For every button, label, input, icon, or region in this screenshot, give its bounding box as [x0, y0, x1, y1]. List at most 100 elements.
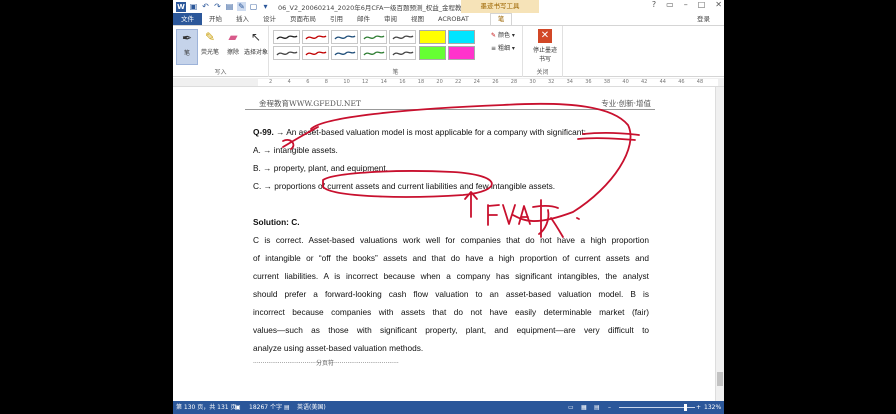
zoom-slider-thumb[interactable] [684, 404, 687, 411]
question-number: Q-99. [253, 127, 274, 137]
vertical-scrollbar[interactable] [715, 87, 724, 401]
thickness-icon: ≡ [491, 45, 497, 52]
ink-pen-icon[interactable]: ✎ [237, 2, 246, 11]
word-window: W ▣ ↶ ↷ ▤ ✎ ▢ ▾ 06_V2_20060214_2020年6月CF… [173, 0, 724, 414]
body-line-4: should prefer a forward-looking cash flo… [253, 289, 649, 299]
ink-character-note [532, 199, 564, 238]
ruler-tick-label: 44 [659, 79, 666, 85]
new-doc-icon[interactable]: ▢ [249, 2, 258, 11]
tab-insert[interactable]: 插入 [229, 13, 256, 25]
tab-mailings[interactable]: 邮件 [350, 13, 377, 25]
stop-inking-button[interactable]: ✕ 停止墨迹书写 [531, 29, 559, 63]
body-line-6: values—such as those with significant pr… [253, 325, 649, 335]
tab-review[interactable]: 审阅 [377, 13, 404, 25]
tab-home[interactable]: 开始 [202, 13, 229, 25]
web-layout-icon[interactable]: ▤ [594, 401, 600, 414]
ruler-tick-label: 40 [622, 79, 629, 85]
ruler-tick-label: 6 [306, 79, 310, 85]
document-area[interactable]: 金程教育WWW.GFEDU.NET 专业·创新·增值 Q-99. → An as… [173, 87, 715, 401]
ruler-tick-label: 14 [380, 79, 387, 85]
pen-style-swatch[interactable] [360, 46, 387, 60]
cursor-icon: ↖ [250, 30, 262, 44]
word-logo-icon: W [176, 1, 186, 12]
ruler-tick-label: 16 [399, 79, 406, 85]
highlighter-icon: ✎ [204, 30, 216, 44]
save-icon[interactable]: ▣ [189, 2, 198, 11]
pen-style-swatch[interactable] [302, 46, 329, 60]
pen-style-swatch[interactable] [273, 30, 300, 44]
ruler-tick-label: 22 [455, 79, 462, 85]
horizontal-ruler[interactable]: 2 4 6 8 10 12 14 16 18 20 22 24 26 28 30 32 34 36 38 40 42 44… [173, 78, 724, 87]
highlighter-swatch[interactable] [419, 30, 446, 44]
sign-in-link[interactable]: 登录 [697, 13, 710, 25]
pen-icon: ✒ [181, 31, 193, 45]
read-mode-icon[interactable]: ▭ [568, 401, 574, 414]
pen-style-swatch[interactable] [389, 30, 416, 44]
ruler-tick-label: 38 [603, 79, 611, 85]
tab-acrobat[interactable]: ACROBAT [431, 13, 476, 25]
pen-style-swatch[interactable] [302, 30, 329, 44]
proofing-icon[interactable]: ▣ [235, 401, 241, 414]
ruler-tick-label: 10 [343, 79, 350, 85]
zoom-out-icon[interactable]: – [608, 401, 611, 414]
group-pens: ✎ 颜色 ▾ ≡ 粗细 ▾ 笔 [269, 26, 523, 77]
pen-color-button[interactable]: ✎ 颜色 ▾ [491, 30, 515, 39]
tab-view[interactable]: 视图 [404, 13, 431, 25]
body-line-3: current liabilities. A is incorrect beca… [253, 271, 649, 281]
ruler-tick-label: 28 [510, 79, 518, 85]
ribbon-tabs: 文件 开始 插入 设计 页面布局 引用 邮件 审阅 视图 ACROBAT 笔 [173, 13, 724, 25]
header-left: 金程教育WWW.GFEDU.NET [259, 99, 361, 108]
word-count[interactable]: 18267 个字 [249, 401, 282, 414]
language[interactable]: 英语(美国) [297, 401, 326, 414]
tab-references[interactable]: 引用 [323, 13, 350, 25]
pen-tool-button[interactable]: ✒ 笔 [176, 29, 198, 65]
color-icon: ✎ [491, 32, 497, 39]
redo-icon[interactable]: ↷ [213, 2, 222, 11]
zoom-level[interactable]: 132% [704, 401, 721, 414]
ruler-tick-label: 20 [436, 79, 443, 85]
option-c: C. → proportions of current assets and c… [253, 181, 556, 191]
solution-label: Solution: C. [253, 217, 300, 227]
tab-file[interactable]: 文件 [173, 13, 202, 25]
pen-style-swatch[interactable] [331, 30, 358, 44]
pen-thickness-button[interactable]: ≡ 粗细 ▾ [491, 43, 515, 52]
help-icon[interactable]: ? [652, 0, 656, 9]
close-icon[interactable]: ✕ [715, 0, 722, 9]
ruler-tick-label: 48 [696, 79, 704, 85]
highlighter-swatch[interactable] [448, 46, 475, 60]
pen-style-swatch[interactable] [389, 46, 416, 60]
eraser-icon: ▰ [228, 30, 238, 44]
eraser-tool-button[interactable]: ▰ 擦除 [222, 29, 244, 56]
pen-style-swatch[interactable] [273, 46, 300, 60]
page-break: ·································分页符····… [253, 360, 399, 367]
tab-pen[interactable]: 笔 [489, 13, 513, 25]
open-icon[interactable]: ▤ [225, 2, 234, 11]
pen-style-swatch[interactable] [331, 46, 358, 60]
scrollbar-thumb[interactable] [717, 372, 723, 386]
tab-design[interactable]: 设计 [256, 13, 283, 25]
customize-qat-icon[interactable]: ▾ [261, 2, 270, 11]
ink-underline-significant [577, 132, 640, 141]
ruler-tick-label: 34 [566, 79, 573, 85]
tab-layout[interactable]: 页面布局 [283, 13, 323, 25]
macro-icon[interactable]: ▤ [284, 401, 290, 414]
body-line-2: of intangible or “off the books” assets … [253, 253, 649, 263]
undo-icon[interactable]: ↶ [201, 2, 210, 11]
highlighter-tool-button[interactable]: ✎ 荧光笔 [198, 29, 222, 56]
print-layout-icon[interactable]: ▦ [581, 401, 587, 414]
highlighter-swatch[interactable] [448, 30, 475, 44]
group-label-pens: 笔 [392, 69, 399, 76]
pen-style-swatch[interactable] [360, 30, 387, 44]
group-label-close: 关闭 [536, 69, 549, 76]
ribbon-display-icon[interactable]: ▭ [666, 0, 674, 9]
body-line-7: analyze using asset-based valuation meth… [253, 343, 424, 353]
zoom-in-icon[interactable]: + [696, 401, 701, 414]
minimize-icon[interactable]: – [684, 0, 688, 9]
highlighter-swatch[interactable] [419, 46, 446, 60]
select-objects-button[interactable]: ↖ 选择对象 [243, 29, 269, 56]
maximize-icon[interactable]: □ [698, 0, 706, 9]
ruler-tick-label: 24 [473, 79, 480, 85]
page-count[interactable]: 第 130 页，共 131 页 [176, 401, 237, 414]
ribbon-pen: ✒ 笔 ✎ 荧光笔 ▰ 擦除 ↖ 选择对象 写入 ✎ 颜色 ▾ ≡ 粗细 ▾ 笔 [173, 25, 724, 77]
header-right: 专业·创新·增值 [601, 99, 651, 108]
